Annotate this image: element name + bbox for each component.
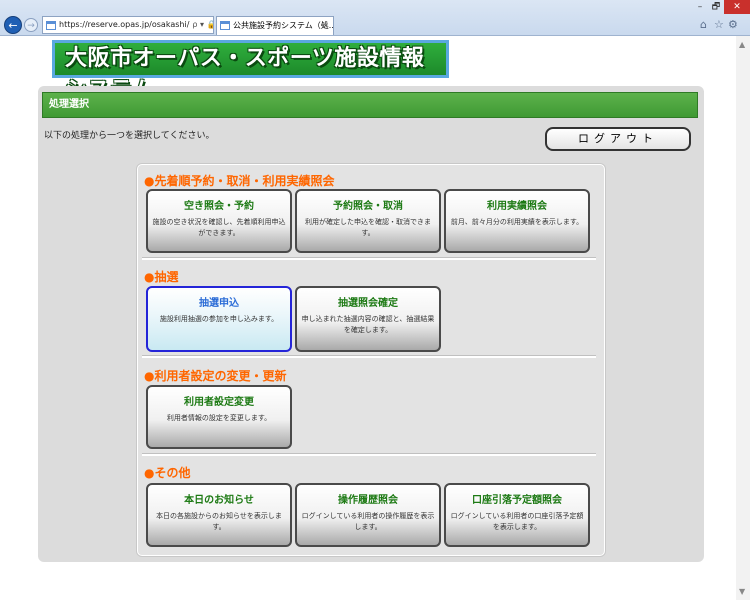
- card-today-notices[interactable]: 本日のお知らせ 本日の各施設からのお知らせを表示します。: [146, 483, 292, 547]
- favorites-star-icon[interactable]: ☆: [714, 18, 724, 31]
- back-arrow-icon[interactable]: ←: [4, 16, 22, 34]
- card-vacancy-reservation[interactable]: 空き照会・予約 施設の空き状況を確認し、先着順利用申込ができます。: [146, 189, 292, 253]
- section-heading-other: ●その他: [144, 466, 191, 480]
- address-bar[interactable]: https://reserve.opas.jp/osakashi/ρ ▾ 🔒 C: [42, 16, 214, 34]
- card-title: 空き照会・予約: [184, 201, 254, 212]
- forward-arrow-icon[interactable]: →: [24, 18, 38, 32]
- card-operation-history[interactable]: 操作履歴照会 ログインしている利用者の操作履歴を表示します。: [295, 483, 441, 547]
- section-divider: [142, 257, 596, 260]
- home-icon[interactable]: ⌂: [700, 18, 707, 31]
- logout-button[interactable]: ログアウト: [545, 127, 691, 151]
- card-description: 前月、前々月分の利用実績を表示します。: [450, 218, 584, 226]
- card-account-debit-inquiry[interactable]: 口座引落予定額照会 ログインしている利用者の口座引落予定額を表示します。: [444, 483, 590, 547]
- card-lottery-application[interactable]: 抽選申込 施設利用抽選の参加を申し込みます。: [146, 286, 292, 352]
- card-title: 予約照会・取消: [333, 201, 403, 212]
- card-description: 利用が確定した申込を確認・取消できます。: [305, 218, 431, 237]
- card-description: 施設利用抽選の参加を申し込みます。: [159, 315, 279, 323]
- card-title: 本日のお知らせ: [184, 495, 254, 506]
- header-bar: 処理選択: [42, 92, 698, 118]
- minimize-icon[interactable]: –: [692, 0, 708, 14]
- section-heading-user-settings: ●利用者設定の変更・更新: [144, 369, 287, 383]
- browser-tab[interactable]: 公共施設予約システム（処... ×: [216, 16, 334, 35]
- settings-gear-icon[interactable]: ⚙: [728, 18, 738, 31]
- card-description: 利用者情報の設定を変更します。: [166, 414, 272, 422]
- card-title: 利用実績照会: [487, 201, 547, 212]
- card-user-settings-change[interactable]: 利用者設定変更 利用者情報の設定を変更します。: [146, 385, 292, 449]
- address-url[interactable]: https://reserve.opas.jp/osakashi/: [59, 20, 189, 29]
- card-title: 操作履歴照会: [338, 495, 398, 506]
- maximize-icon[interactable]: 🗗: [708, 0, 724, 14]
- browser-chrome: – 🗗 ✕ ← → https://reserve.opas.jp/osakas…: [0, 0, 750, 36]
- page-favicon-icon: [46, 20, 56, 30]
- system-logo: 大阪市オーパス・スポーツ施設情報システム: [52, 40, 449, 103]
- card-description: ログインしている利用者の操作履歴を表示します。: [301, 512, 435, 531]
- scroll-down-icon[interactable]: ▼: [739, 587, 745, 596]
- section-divider: [142, 355, 596, 358]
- instruction-text: 以下の処理から一つを選択してください。: [44, 131, 215, 141]
- close-icon[interactable]: ✕: [724, 0, 750, 14]
- tab-close-icon[interactable]: ×: [322, 17, 329, 35]
- card-description: ログインしている利用者の口座引落予定額を表示します。: [450, 512, 584, 531]
- card-title: 利用者設定変更: [184, 397, 254, 408]
- card-description: 申し込まれた抽選内容の確認と、抽選結果を確定します。: [301, 315, 435, 334]
- card-reservation-inquiry-cancel[interactable]: 予約照会・取消 利用が確定した申込を確認・取消できます。: [295, 189, 441, 253]
- card-description: 施設の空き状況を確認し、先着順利用申込ができます。: [152, 218, 286, 237]
- window-controls: – 🗗 ✕: [692, 0, 750, 14]
- card-description: 本日の各施設からのお知らせを表示します。: [156, 512, 282, 531]
- card-title: 口座引落予定額照会: [472, 495, 562, 506]
- card-title: 抽選申込: [199, 298, 239, 309]
- tab-favicon-icon: [220, 21, 230, 30]
- scroll-up-icon[interactable]: ▲: [739, 40, 745, 49]
- card-usage-history[interactable]: 利用実績照会 前月、前々月分の利用実績を表示します。: [444, 189, 590, 253]
- card-title: 抽選照会確定: [338, 298, 398, 309]
- tab-title: 公共施設予約システム（処...: [233, 21, 334, 30]
- section-divider: [142, 453, 596, 456]
- card-lottery-inquiry-confirm[interactable]: 抽選照会確定 申し込まれた抽選内容の確認と、抽選結果を確定します。: [295, 286, 441, 352]
- vertical-scrollbar[interactable]: ▲ ▼: [736, 36, 750, 600]
- section-heading-reservation: ●先着順予約・取消・利用実績照会: [144, 174, 335, 188]
- section-heading-lottery: ●抽選: [144, 270, 179, 284]
- address-tools[interactable]: ρ ▾ 🔒 C: [192, 20, 213, 29]
